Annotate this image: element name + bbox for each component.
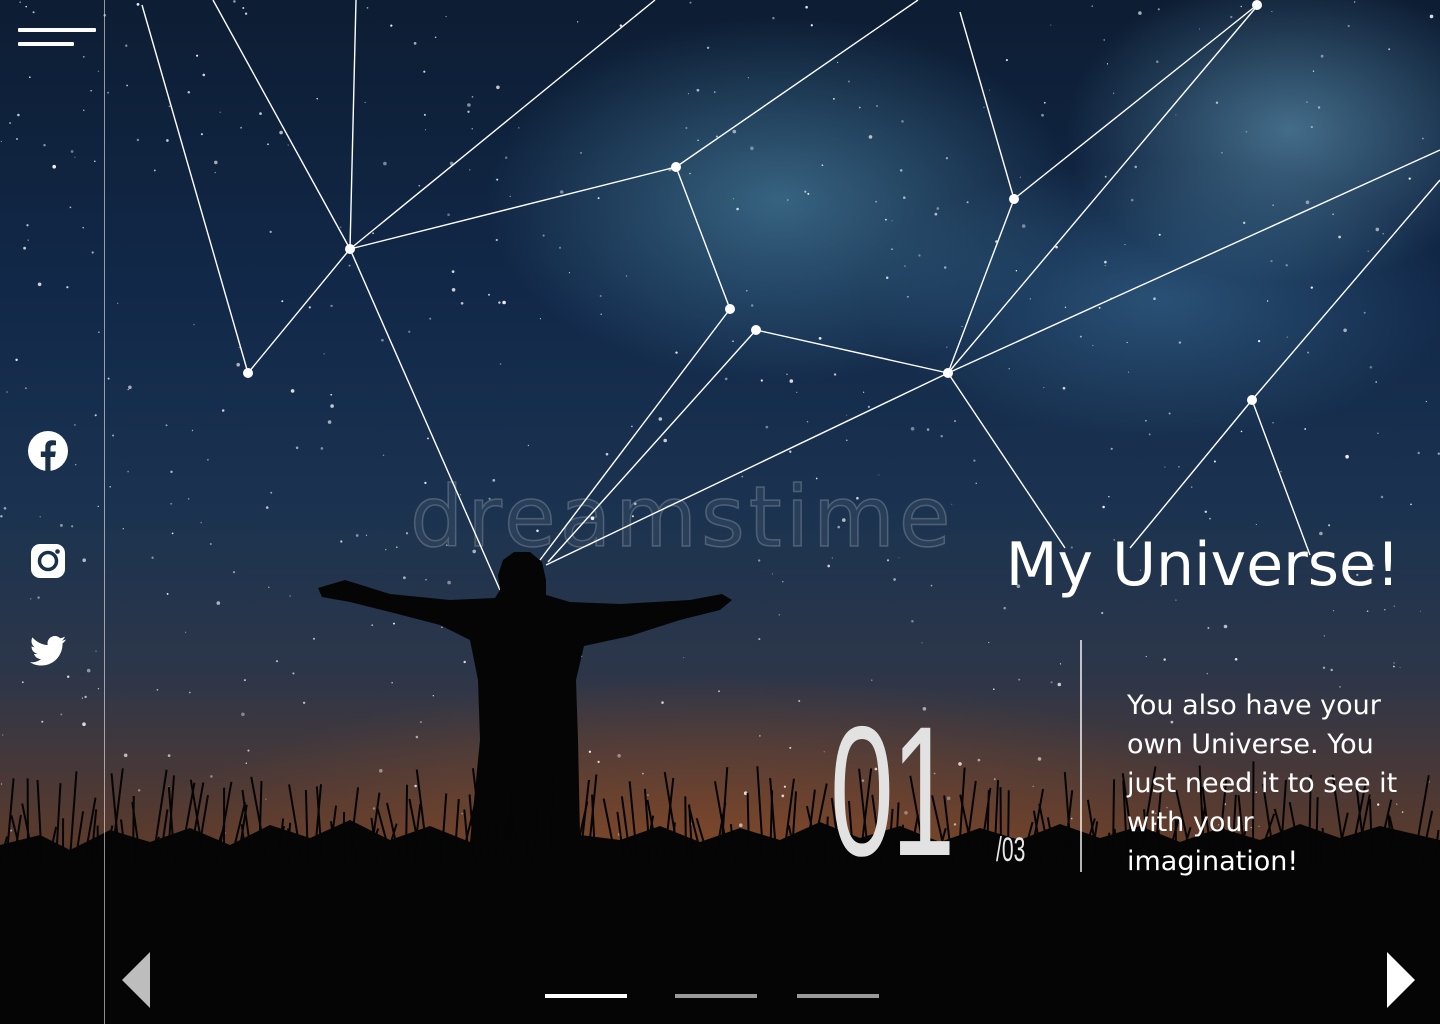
slide-indicator-1[interactable] [545, 994, 627, 998]
prev-slide-button[interactable] [122, 952, 152, 1008]
watermark: dreamstime [409, 467, 955, 567]
sidebar-divider [104, 0, 105, 1024]
triangle-left-icon [122, 952, 150, 1008]
hero-title: My Universe! [1005, 530, 1400, 600]
hero-slide: dreamstime My Universe! 01 /03 You also … [0, 0, 1440, 1024]
hero-description: You also have your own Universe. You jus… [1127, 690, 1398, 877]
constellation-nodes [243, 0, 1262, 405]
text-divider [1080, 640, 1082, 872]
facebook-icon[interactable] [26, 429, 70, 473]
next-slide-button[interactable] [1385, 952, 1415, 1008]
twitter-icon[interactable] [26, 629, 70, 673]
slide-total-count: /03 [996, 831, 1026, 869]
triangle-right-icon [1387, 952, 1415, 1008]
instagram-icon[interactable] [26, 539, 70, 583]
slide-indicator-2[interactable] [675, 994, 757, 998]
slide-current-number: 01 [830, 689, 955, 895]
slide-indicator-3[interactable] [797, 994, 879, 998]
hamburger-menu-icon[interactable] [18, 28, 98, 50]
